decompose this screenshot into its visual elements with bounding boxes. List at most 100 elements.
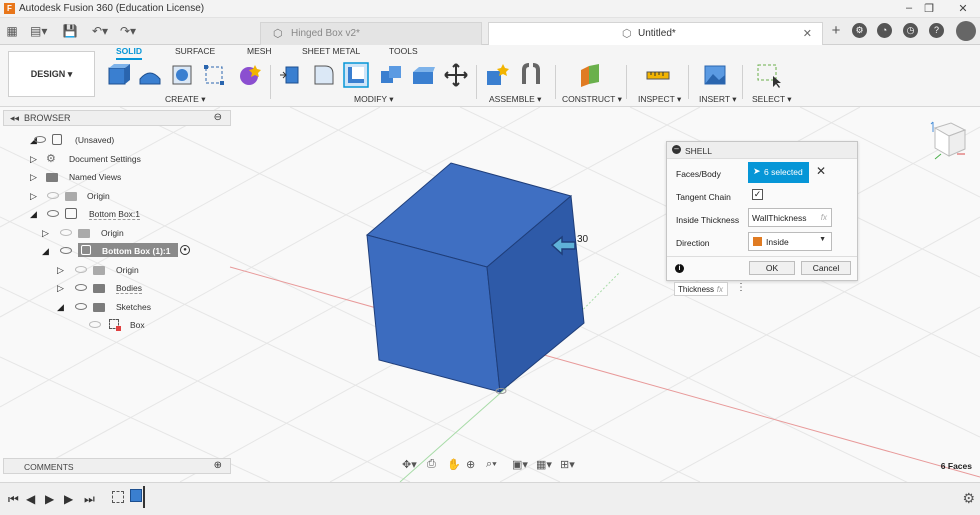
expand-triangle-icon[interactable]: ▷ xyxy=(57,265,64,276)
tab-solid[interactable]: SOLID xyxy=(116,46,142,60)
tree-item-box-sketch[interactable]: Box xyxy=(20,317,220,333)
viewports-icon[interactable]: ⊞▾ xyxy=(560,458,575,471)
tree-item-document-settings[interactable]: ▷ ⚙ Document Settings xyxy=(20,151,220,167)
new-tab-plus-icon[interactable]: + xyxy=(828,23,844,39)
redo-icon[interactable]: ↷▾ xyxy=(120,23,136,39)
tab-untitled[interactable]: ⬡ Untitled* ✕ xyxy=(488,22,823,45)
save-icon[interactable]: 💾 xyxy=(62,23,78,39)
tree-item-origin[interactable]: ▷ Origin xyxy=(20,188,220,204)
expand-triangle-icon[interactable]: ▷ xyxy=(30,191,37,202)
revolve-icon[interactable] xyxy=(169,62,195,88)
tree-item-named-views[interactable]: ▷ Named Views xyxy=(20,169,220,185)
info-icon[interactable]: i xyxy=(675,264,684,273)
shell-dialog-header[interactable]: – SHELL xyxy=(667,142,857,159)
visibility-eye-icon[interactable] xyxy=(75,303,87,310)
move-copy-icon[interactable] xyxy=(443,62,469,88)
close-window-button[interactable]: ✕ xyxy=(954,2,972,15)
inspect-group-label[interactable]: INSPECT ▾ xyxy=(638,94,681,105)
timeline-shell-feature-icon[interactable] xyxy=(130,489,142,502)
browser-panel-header[interactable]: ◂◂ BROWSER ⊖ xyxy=(3,110,231,126)
more-options-icon[interactable]: ⋮ xyxy=(736,282,746,293)
timeline-sketch-feature-icon[interactable] xyxy=(112,491,124,503)
timeline-marker[interactable] xyxy=(143,486,145,508)
go-to-start-icon[interactable]: ⏮ xyxy=(8,492,19,507)
visibility-eye-icon[interactable] xyxy=(34,136,46,143)
fit-icon[interactable]: ⌕▾ xyxy=(486,458,497,471)
data-panel-grid-icon[interactable]: ▦ xyxy=(4,23,20,39)
workspace-switcher-button[interactable]: DESIGN ▾ xyxy=(8,51,95,97)
ok-button[interactable]: OK xyxy=(749,261,795,275)
collapse-triangle-icon[interactable]: ◢ xyxy=(30,209,37,220)
insert-image-icon[interactable] xyxy=(702,62,728,88)
visibility-eye-icon[interactable] xyxy=(60,247,72,254)
browser-pin-icon[interactable]: ⊖ xyxy=(214,112,222,123)
visibility-eye-icon[interactable] xyxy=(47,210,59,217)
extrude-icon[interactable] xyxy=(137,62,163,88)
notifications-icon[interactable]: ◷ xyxy=(903,23,918,38)
canvas-thickness-input[interactable]: Thickness fx xyxy=(674,282,728,296)
close-tab-icon[interactable]: ✕ xyxy=(803,27,812,40)
modify-group-label[interactable]: MODIFY ▾ xyxy=(354,94,394,105)
fx-icon[interactable]: fx xyxy=(821,213,827,222)
play-icon[interactable]: ▶ xyxy=(45,492,54,506)
comments-panel-header[interactable]: COMMENTS ⊕ xyxy=(3,458,231,474)
display-settings-icon[interactable]: ▣▾ xyxy=(512,458,528,471)
pan-hand-icon[interactable]: ✋ xyxy=(447,458,461,471)
press-pull-icon[interactable] xyxy=(278,62,304,88)
expand-triangle-icon[interactable]: ▷ xyxy=(42,228,49,239)
offset-plane-icon[interactable] xyxy=(577,62,603,88)
tree-item-root[interactable]: ◢ (Unsaved) xyxy=(20,132,220,148)
activate-radio-icon[interactable]: ● xyxy=(180,245,190,255)
tab-mesh[interactable]: MESH xyxy=(247,46,272,56)
tree-item-origin[interactable]: ▷ Origin xyxy=(20,262,220,278)
window-select-icon[interactable] xyxy=(756,62,782,88)
look-at-icon[interactable]: ⎙ xyxy=(427,458,436,471)
file-menu-icon[interactable]: ▤▾ xyxy=(30,23,47,39)
direction-dropdown[interactable]: Inside ▼ xyxy=(748,232,832,251)
add-comment-icon[interactable]: ⊕ xyxy=(214,460,222,471)
orbit-icon[interactable]: ✥▾ xyxy=(402,458,417,471)
tangent-chain-checkbox[interactable]: ✓ xyxy=(752,189,763,200)
job-status-icon[interactable]: ◔ xyxy=(877,23,892,38)
browser-collapse-icon[interactable]: ◂◂ xyxy=(10,113,19,124)
timeline-settings-gear-icon[interactable]: ⚙ xyxy=(962,490,975,507)
go-to-end-icon[interactable]: ⏭ xyxy=(84,492,95,507)
hidden-eye-icon[interactable] xyxy=(47,192,59,199)
step-forward-icon[interactable]: ▶ xyxy=(64,492,73,506)
new-component-star-icon[interactable] xyxy=(484,62,510,88)
user-avatar[interactable] xyxy=(956,21,976,41)
offset-face-icon[interactable] xyxy=(410,62,436,88)
step-back-icon[interactable]: ◀ xyxy=(26,492,35,506)
construct-group-label[interactable]: CONSTRUCT ▾ xyxy=(562,94,622,105)
collapse-triangle-icon[interactable]: ◢ xyxy=(42,246,49,257)
faces-selection-button[interactable]: ➤ 6 selected xyxy=(748,162,809,183)
visibility-eye-icon[interactable] xyxy=(75,284,87,291)
insert-group-label[interactable]: INSERT ▾ xyxy=(699,94,737,105)
minimize-button[interactable]: – xyxy=(900,2,918,14)
grid-settings-icon[interactable]: ▦▾ xyxy=(536,458,552,471)
expand-triangle-icon[interactable]: ▷ xyxy=(30,172,37,183)
tree-item-bottom-box[interactable]: ◢ Bottom Box:1 xyxy=(20,206,220,222)
shell-icon[interactable] xyxy=(343,62,369,88)
tab-tools[interactable]: TOOLS xyxy=(389,46,418,56)
fx-icon[interactable]: fx xyxy=(717,285,723,294)
tab-sheet-metal[interactable]: SHEET METAL xyxy=(302,46,360,56)
expand-triangle-icon[interactable]: ▷ xyxy=(30,154,37,165)
viewcube[interactable] xyxy=(925,118,971,164)
select-group-label[interactable]: SELECT ▾ xyxy=(752,94,792,105)
combine-icon[interactable] xyxy=(378,62,404,88)
extension-icon[interactable]: ⚙ xyxy=(852,23,867,38)
measure-icon[interactable] xyxy=(645,62,671,88)
create-form-icon[interactable] xyxy=(236,62,262,88)
tree-item-bottom-box-1[interactable]: ◢ Bottom Box (1):1 ● xyxy=(20,243,220,259)
tree-item-bodies[interactable]: ▷ Bodies xyxy=(20,280,220,296)
tree-item-origin[interactable]: ▷ Origin xyxy=(20,225,220,241)
fillet-icon[interactable] xyxy=(311,62,337,88)
clear-selection-icon[interactable]: ✕ xyxy=(816,164,826,178)
expand-triangle-icon[interactable]: ▷ xyxy=(57,283,64,294)
sketch-icon[interactable] xyxy=(201,62,227,88)
zoom-icon[interactable]: ⊕ xyxy=(466,458,475,471)
collapse-triangle-icon[interactable]: ◢ xyxy=(57,302,64,313)
cancel-button[interactable]: Cancel xyxy=(801,261,851,275)
new-component-icon[interactable] xyxy=(105,62,131,88)
